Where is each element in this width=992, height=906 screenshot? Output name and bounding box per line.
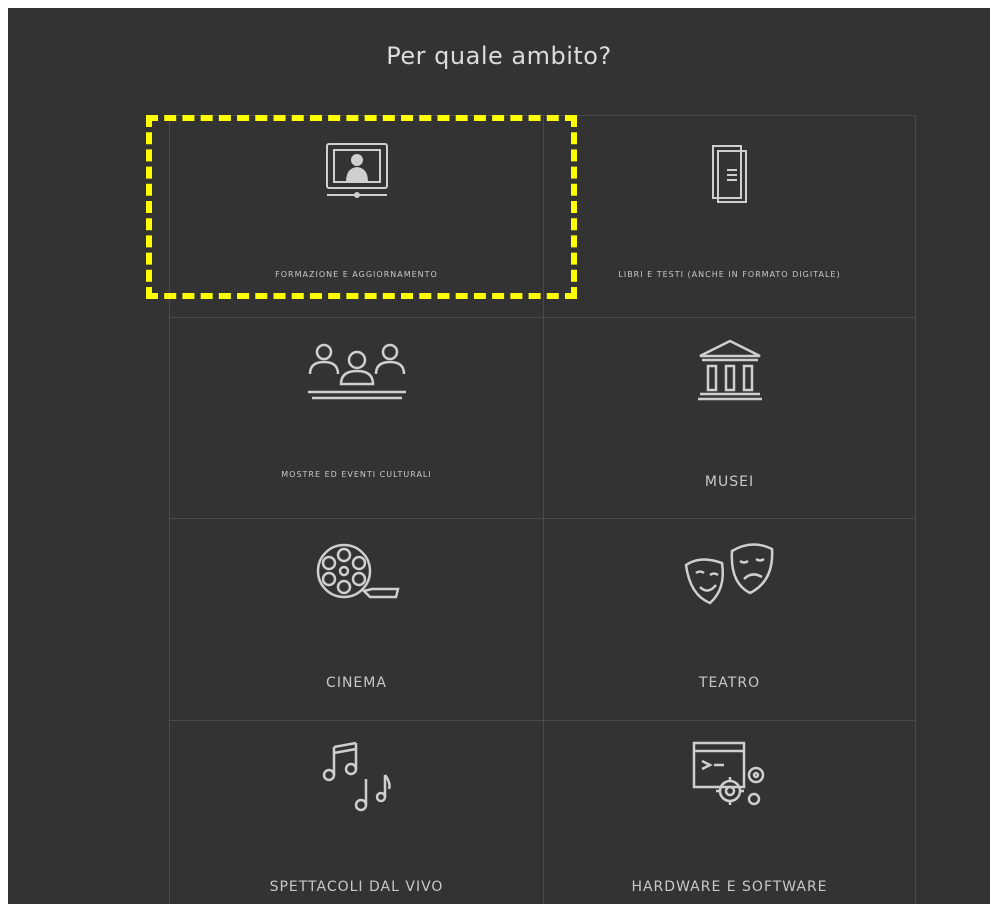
category-label: MUSEI: [704, 474, 755, 490]
category-card-cinema[interactable]: CINEMA: [170, 519, 543, 720]
category-card-formazione[interactable]: FORMAZIONE E AGGIORNAMENTO: [170, 116, 543, 317]
film-reel-icon: [316, 543, 400, 599]
category-card-teatro[interactable]: TEATRO: [544, 519, 915, 720]
category-card-spettacoli[interactable]: SPETTACOLI DAL VIVO: [170, 721, 543, 904]
video-lesson-icon: [325, 143, 388, 198]
audience-icon: [307, 343, 406, 400]
music-notes-icon: [322, 741, 391, 812]
category-card-mostre[interactable]: MOSTRE ED EVENTI CULTURALI: [170, 318, 543, 518]
category-label: HARDWARE E SOFTWARE: [631, 879, 828, 895]
category-card-libri[interactable]: LIBRI E TESTI (ANCHE IN FORMATO DIGITALE…: [544, 116, 915, 317]
software-gears-icon: [692, 741, 764, 806]
category-grid: FORMAZIONE E AGGIORNAMENTO LIBRI E TESTI…: [8, 8, 990, 904]
museum-icon: [697, 339, 762, 401]
category-label: SPETTACOLI DAL VIVO: [269, 879, 444, 895]
category-card-musei[interactable]: MUSEI: [544, 318, 915, 518]
grid-line: [915, 115, 916, 904]
category-label: TEATRO: [698, 675, 761, 691]
category-label: CINEMA: [326, 675, 387, 691]
book-icon: [711, 145, 747, 203]
category-label: LIBRI E TESTI (ANCHE IN FORMATO DIGITALE…: [618, 270, 841, 279]
category-label: FORMAZIONE E AGGIORNAMENTO: [275, 270, 438, 279]
category-panel: Per quale ambito? FORMAZIONE E AGGIORNAM…: [8, 8, 990, 904]
category-card-hardware[interactable]: HARDWARE E SOFTWARE: [544, 721, 915, 904]
category-label: MOSTRE ED EVENTI CULTURALI: [281, 470, 432, 479]
theater-masks-icon: [684, 543, 773, 605]
